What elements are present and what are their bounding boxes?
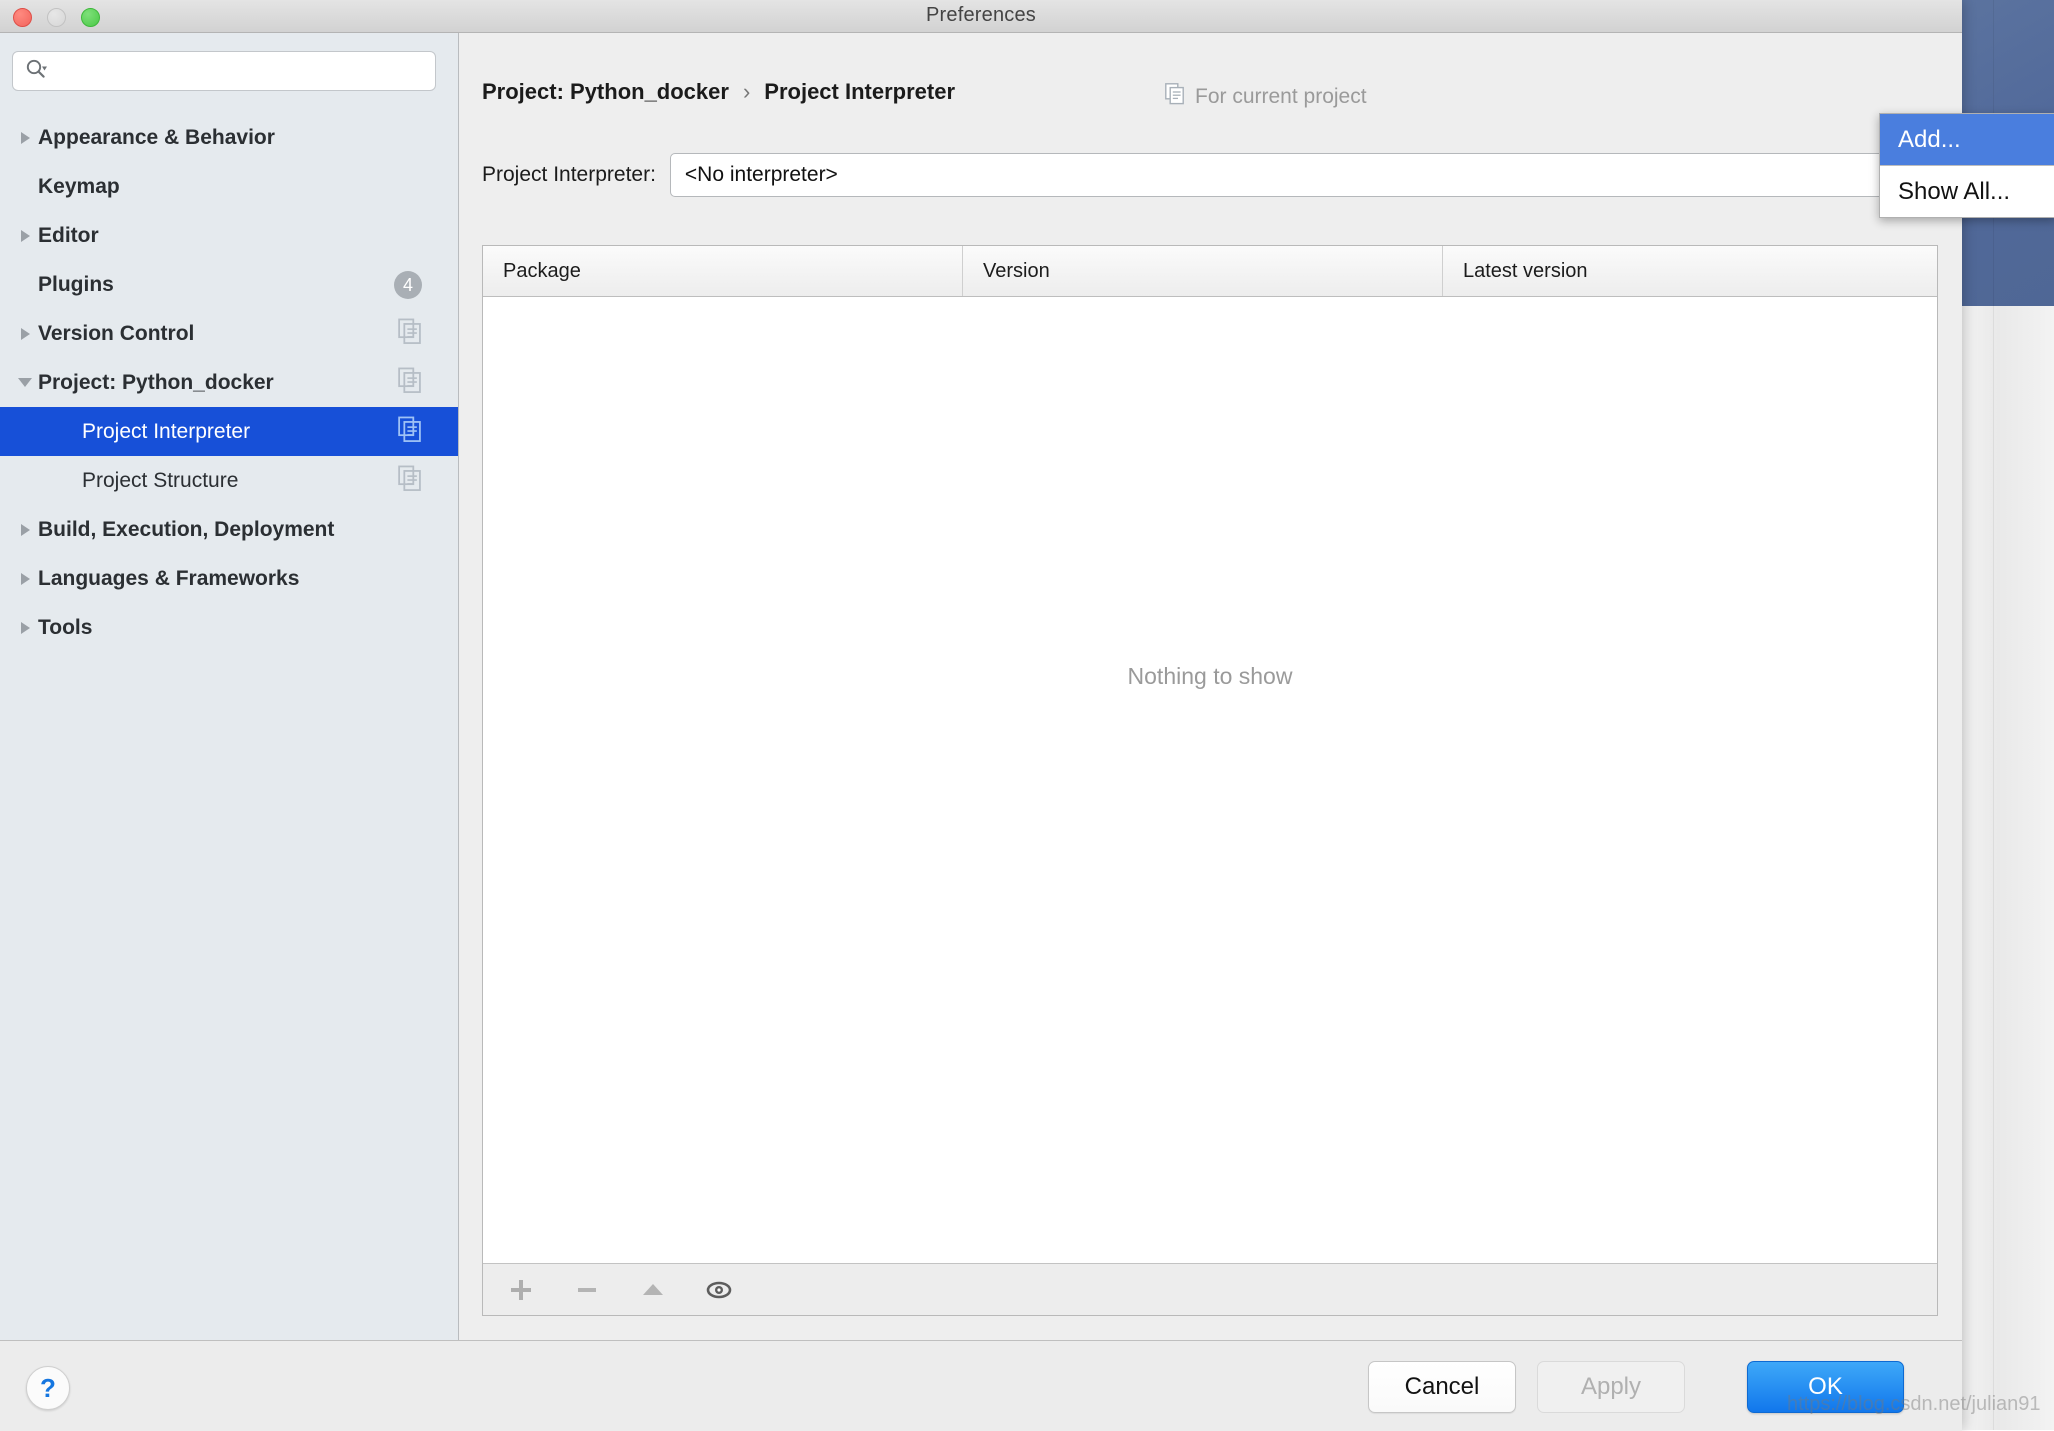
breadcrumb-leaf: Project Interpreter bbox=[764, 79, 955, 105]
menu-item-add[interactable]: Add... bbox=[1880, 114, 2054, 165]
copy-settings-icon[interactable] bbox=[398, 416, 422, 447]
chevron-right-icon[interactable] bbox=[21, 622, 30, 634]
packages-table-toolbar bbox=[483, 1263, 1937, 1315]
packages-table-body[interactable]: Nothing to show bbox=[483, 297, 1937, 1263]
desktop-window-behind bbox=[1960, 306, 2054, 1430]
interpreter-combobox[interactable]: <No interpreter> bbox=[670, 153, 1938, 197]
column-header-package[interactable]: Package bbox=[483, 246, 963, 296]
sidebar-item-label: Project: Python_docker bbox=[38, 371, 274, 395]
chevron-right-icon[interactable] bbox=[21, 328, 30, 340]
sidebar-item-disclosure[interactable] bbox=[12, 230, 38, 242]
upgrade-package-button[interactable] bbox=[631, 1270, 675, 1310]
sidebar-item-disclosure[interactable] bbox=[12, 622, 38, 634]
breadcrumb-separator-icon: › bbox=[743, 79, 750, 105]
copy-settings-icon[interactable] bbox=[398, 465, 422, 496]
sidebar-item-label: Languages & Frameworks bbox=[38, 567, 299, 591]
settings-sidebar: Appearance & Behavior Keymap Editor Plugins… bbox=[0, 33, 459, 1340]
packages-table: PackageVersionLatest version Nothing to … bbox=[482, 245, 1938, 1316]
interpreter-row: Project Interpreter: <No interpreter> bbox=[482, 153, 1938, 197]
window-titlebar: Preferences bbox=[0, 0, 1962, 33]
sidebar-item-version-control[interactable]: Version Control bbox=[0, 309, 458, 358]
search-box[interactable] bbox=[12, 51, 436, 91]
window-title: Preferences bbox=[0, 4, 1962, 27]
sidebar-item-editor[interactable]: Editor bbox=[0, 211, 458, 260]
search-icon bbox=[25, 58, 47, 85]
menu-item-show-all[interactable]: Show All... bbox=[1880, 166, 2054, 217]
chevron-down-icon[interactable] bbox=[18, 378, 32, 387]
copy-scope-icon bbox=[1165, 83, 1185, 111]
chevron-right-icon[interactable] bbox=[21, 132, 30, 144]
preferences-window: Preferences Appearance & Behavior Keymap E… bbox=[0, 0, 1962, 1430]
scope-note[interactable]: For current project bbox=[1165, 83, 1367, 111]
sidebar-item-disclosure[interactable] bbox=[12, 524, 38, 536]
breadcrumb: Project: Python_docker › Project Interpr… bbox=[482, 79, 955, 105]
sidebar-item-tools[interactable]: Tools bbox=[0, 603, 458, 652]
install-package-button[interactable] bbox=[499, 1270, 543, 1310]
dialog-footer: ? Cancel Apply OK bbox=[0, 1340, 1962, 1431]
settings-tree: Appearance & Behavior Keymap Editor Plugins… bbox=[0, 113, 458, 652]
sidebar-item-label: Project Interpreter bbox=[82, 420, 250, 444]
sidebar-item-label: Project Structure bbox=[82, 469, 238, 493]
chevron-right-icon[interactable] bbox=[21, 573, 30, 585]
scope-note-label: For current project bbox=[1195, 85, 1367, 109]
interpreter-dropdown-menu: Add... Show All... bbox=[1879, 113, 2054, 218]
interpreter-label: Project Interpreter: bbox=[482, 163, 656, 187]
sidebar-item-label: Plugins bbox=[38, 273, 114, 297]
apply-button[interactable]: Apply bbox=[1537, 1361, 1685, 1413]
sidebar-item-label: Appearance & Behavior bbox=[38, 126, 275, 150]
sidebar-item-label: Editor bbox=[38, 224, 99, 248]
settings-detail-panel: Project: Python_docker › Project Interpr… bbox=[459, 33, 1962, 1340]
sidebar-item-disclosure[interactable] bbox=[12, 132, 38, 144]
sidebar-item-label: Keymap bbox=[38, 175, 120, 199]
sidebar-item-project-interpreter[interactable]: Project Interpreter bbox=[0, 407, 458, 456]
empty-state-message: Nothing to show bbox=[483, 663, 1937, 690]
sidebar-item-disclosure[interactable] bbox=[12, 573, 38, 585]
sidebar-item-appearance-behavior[interactable]: Appearance & Behavior bbox=[0, 113, 458, 162]
column-header-version[interactable]: Version bbox=[963, 246, 1443, 296]
breadcrumb-root[interactable]: Project: Python_docker bbox=[482, 79, 729, 105]
search-input[interactable] bbox=[47, 60, 435, 83]
copy-settings-icon[interactable] bbox=[398, 318, 422, 349]
column-header-latest-version[interactable]: Latest version bbox=[1443, 246, 1937, 296]
packages-table-header: PackageVersionLatest version bbox=[483, 246, 1937, 297]
sidebar-item-label: Build, Execution, Deployment bbox=[38, 518, 334, 542]
uninstall-package-button[interactable] bbox=[565, 1270, 609, 1310]
window-body: Appearance & Behavior Keymap Editor Plugins… bbox=[0, 33, 1962, 1340]
sidebar-item-label: Version Control bbox=[38, 322, 194, 346]
sidebar-item-project-structure[interactable]: Project Structure bbox=[0, 456, 458, 505]
sidebar-item-plugins[interactable]: Plugins 4 bbox=[0, 260, 458, 309]
sidebar-item-label: Tools bbox=[38, 616, 92, 640]
interpreter-selected-value: <No interpreter> bbox=[671, 163, 838, 187]
cancel-button[interactable]: Cancel bbox=[1368, 1361, 1516, 1413]
show-early-releases-button[interactable] bbox=[697, 1270, 741, 1310]
sidebar-item-keymap[interactable]: Keymap bbox=[0, 162, 458, 211]
sidebar-item-disclosure[interactable] bbox=[12, 328, 38, 340]
ok-button[interactable]: OK bbox=[1747, 1361, 1904, 1413]
sidebar-item-badge: 4 bbox=[394, 271, 422, 299]
sidebar-item-languages-frameworks[interactable]: Languages & Frameworks bbox=[0, 554, 458, 603]
chevron-right-icon[interactable] bbox=[21, 230, 30, 242]
help-button[interactable]: ? bbox=[26, 1366, 70, 1410]
chevron-right-icon[interactable] bbox=[21, 524, 30, 536]
sidebar-item-project-python-docker[interactable]: Project: Python_docker bbox=[0, 358, 458, 407]
sidebar-item-disclosure[interactable] bbox=[12, 378, 38, 387]
copy-settings-icon[interactable] bbox=[398, 367, 422, 398]
sidebar-item-build-execution-deployment[interactable]: Build, Execution, Deployment bbox=[0, 505, 458, 554]
